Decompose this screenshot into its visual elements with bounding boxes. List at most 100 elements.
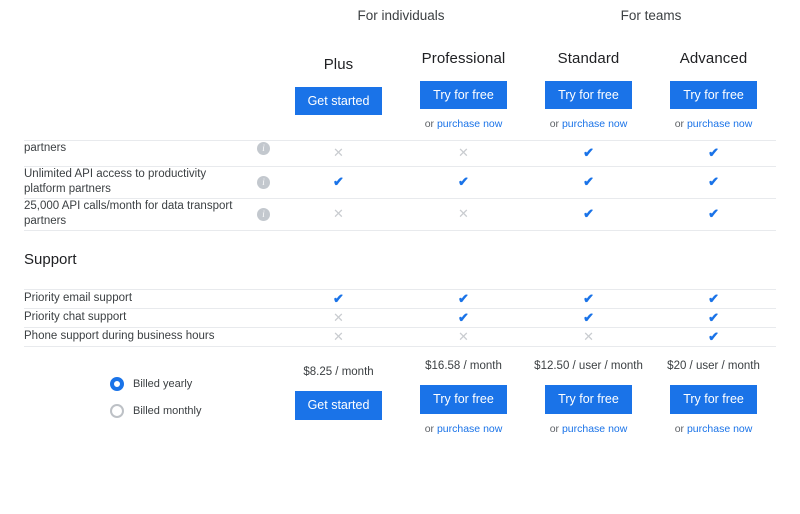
feature-excluded-cell: ✕ <box>401 327 527 347</box>
plan-secondary-cta: or purchase now <box>651 118 776 130</box>
footer-secondary-cta: or purchase now <box>526 423 651 435</box>
check-icon: ✔ <box>708 206 719 222</box>
check-icon: ✔ <box>708 145 719 160</box>
billing-options-cell: Billed yearly Billed monthly <box>24 346 276 449</box>
section-title: Support <box>24 230 276 290</box>
feature-name: Priority chat support <box>24 310 127 323</box>
section-header-spacer <box>651 230 777 290</box>
feature-label-cell: Unlimited API access to productivity pla… <box>24 166 276 199</box>
feature-row: Priority email supporti ✔ ✔ ✔ ✔ <box>24 289 777 309</box>
footer-cta-button-plus[interactable]: Get started <box>294 391 383 420</box>
plan-cta-button-plus[interactable]: Get started <box>294 86 383 115</box>
feature-included-cell: ✔ <box>401 166 527 199</box>
plan-name: Plus <box>323 55 354 73</box>
feature-included-cell: ✔ <box>401 289 527 309</box>
plan-secondary-cta-prefix: or <box>674 118 685 130</box>
feature-included-cell: ✔ <box>276 289 401 309</box>
feature-included-cell: ✔ <box>651 327 777 347</box>
footer-cta-button-standard[interactable]: Try for free <box>545 385 632 414</box>
cross-icon: ✕ <box>333 145 344 160</box>
plan-cta-button-advanced[interactable]: Try for free <box>670 80 757 109</box>
billing-footer-row: Billed yearly Billed monthly $8.25 / month… <box>24 346 777 449</box>
check-icon: ✔ <box>583 174 594 190</box>
feature-row: 25,000 API calls/month for data transpor… <box>24 198 777 231</box>
plan-price-cell-standard: $12.50 / user / month Try for free or purc… <box>526 346 652 449</box>
plan-secondary-cta-prefix: or <box>424 118 435 130</box>
info-icon[interactable]: i <box>257 142 270 155</box>
plan-secondary-cta: or purchase now <box>526 118 651 130</box>
plan-price: $16.58 / month <box>425 360 502 373</box>
check-icon: ✔ <box>708 290 719 306</box>
group-header-spacer <box>24 0 276 31</box>
check-icon: ✔ <box>583 206 594 222</box>
plan-header-advanced: Advanced Try for free or purchase now <box>651 31 777 140</box>
radio-button-icon[interactable] <box>110 376 124 391</box>
purchase-now-link[interactable]: purchase now <box>437 118 502 130</box>
cross-icon: ✕ <box>333 328 344 344</box>
section-header-spacer <box>401 230 527 290</box>
section-header-spacer <box>526 230 652 290</box>
feature-name: Priority email support <box>24 291 133 304</box>
cross-icon: ✕ <box>333 309 344 325</box>
plan-header-professional: Professional Try for free or purchase now <box>401 31 527 140</box>
radio-button-icon[interactable] <box>110 403 124 418</box>
plan-header-plus: Plus Get started <box>276 31 401 140</box>
cross-icon: ✕ <box>458 206 469 222</box>
check-icon: ✔ <box>333 290 344 306</box>
cross-icon: ✕ <box>333 206 344 222</box>
group-header-row: For individuals For teams <box>24 0 777 31</box>
feature-name: Phone support during business hours <box>24 329 215 342</box>
feature-included-cell: ✔ <box>276 166 401 199</box>
group-header-for-teams: For teams <box>526 0 777 31</box>
feature-excluded-cell: ✕ <box>276 327 401 347</box>
footer-secondary-cta: or purchase now <box>401 423 526 435</box>
purchase-now-link[interactable]: purchase now <box>687 118 752 130</box>
plan-cta-button-professional[interactable]: Try for free <box>420 80 507 109</box>
purchase-now-link[interactable]: purchase now <box>687 423 752 435</box>
feature-included-cell: ✔ <box>526 166 652 199</box>
check-icon: ✔ <box>583 145 594 160</box>
plan-cta-button-standard[interactable]: Try for free <box>545 80 632 109</box>
feature-excluded-cell: ✕ <box>276 308 401 328</box>
feature-label-cell: 25,000 API calls/month for data transpor… <box>24 198 276 231</box>
info-icon[interactable]: i <box>257 207 270 221</box>
footer-secondary-cta: or purchase now <box>651 423 776 435</box>
footer-cta-button-professional[interactable]: Try for free <box>420 385 507 414</box>
feature-included-cell: ✔ <box>651 289 777 309</box>
feature-row: Unlimited API access to productivity pla… <box>24 166 777 199</box>
plan-name: Standard <box>557 49 620 67</box>
plan-secondary-cta-prefix: or <box>549 118 560 130</box>
group-header-for-individuals: For individuals <box>276 0 527 31</box>
purchase-now-link[interactable]: purchase now <box>437 423 502 435</box>
check-icon: ✔ <box>708 174 719 190</box>
feature-excluded-cell: ✕ <box>401 198 527 231</box>
feature-included-cell: ✔ <box>526 289 652 309</box>
purchase-now-link[interactable]: purchase now <box>562 118 627 130</box>
feature-label-cell: partners i <box>24 140 276 166</box>
feature-included-cell: ✔ <box>526 198 652 231</box>
feature-included-cell: ✔ <box>651 166 777 199</box>
info-icon[interactable]: i <box>257 175 270 189</box>
feature-label-cell: Priority email supporti <box>24 289 276 309</box>
footer-secondary-cta-prefix: or <box>674 422 685 435</box>
plan-price: $12.50 / user / month <box>534 360 643 373</box>
footer-secondary-cta-prefix: or <box>549 422 560 435</box>
check-icon: ✔ <box>583 290 594 306</box>
plan-price: $20 / user / month <box>667 360 760 373</box>
cross-icon: ✕ <box>583 328 594 344</box>
cross-icon: ✕ <box>458 328 469 344</box>
footer-cta-button-advanced[interactable]: Try for free <box>670 385 757 414</box>
pricing-comparison-page: For individuals For teams Plus Get started … <box>0 0 800 514</box>
check-icon: ✔ <box>458 290 469 306</box>
billing-option-billed-monthly[interactable]: Billed monthly <box>110 403 276 418</box>
footer-secondary-cta-prefix: or <box>424 422 435 435</box>
check-icon: ✔ <box>333 174 344 190</box>
feature-name: 25,000 API calls/month for data transpor… <box>24 199 233 228</box>
section-header-spacer <box>276 230 401 290</box>
purchase-now-link[interactable]: purchase now <box>562 423 627 435</box>
cross-icon: ✕ <box>458 145 469 160</box>
feature-name: partners <box>24 141 67 154</box>
billing-option-billed-yearly[interactable]: Billed yearly <box>110 376 276 391</box>
feature-included-cell: ✔ <box>401 308 527 328</box>
feature-included-cell: ✔ <box>526 308 652 328</box>
